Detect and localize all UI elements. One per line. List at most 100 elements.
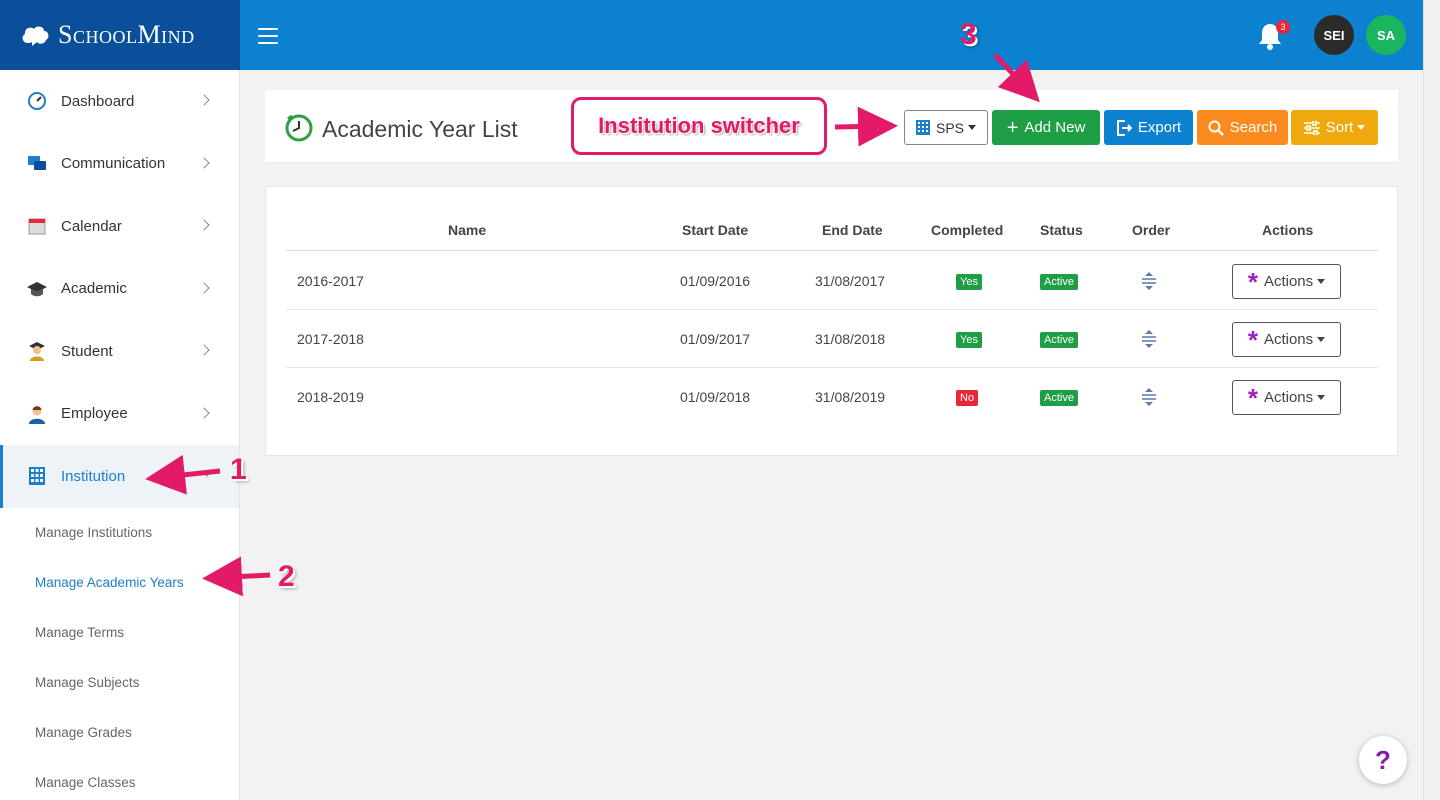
brand-logo-area[interactable]: SchoolMind (0, 0, 240, 70)
chevron-right-icon (198, 406, 210, 419)
actions-label: Actions (1263, 389, 1314, 406)
add-new-label: Add New (1024, 119, 1086, 136)
cell-start-date: 01/09/2016 (680, 273, 751, 289)
cell-end-date: 31/08/2018 (815, 331, 886, 347)
chevron-right-icon (198, 344, 210, 356)
column-header-status[interactable]: Status (1040, 222, 1083, 238)
column-header-start-date[interactable]: Start Date (682, 222, 748, 238)
employee-icon (26, 403, 48, 425)
step-2-label: 2 (278, 560, 295, 593)
hamburger-menu-icon[interactable] (258, 28, 278, 44)
sidebar-item-employee[interactable]: Employee (0, 383, 239, 446)
chevron-down-icon (201, 465, 213, 477)
cell-name: 2017-2018 (297, 331, 364, 347)
column-header-actions: Actions (1262, 222, 1314, 238)
caret-down-icon (1357, 125, 1366, 130)
actions-label: Actions (1263, 273, 1314, 290)
add-new-button[interactable]: + Add New (992, 110, 1100, 145)
sidebar-item-student[interactable]: Student (0, 320, 239, 383)
institution-switcher-dropdown[interactable]: SPS (904, 110, 988, 145)
sidebar-subitem-manage-classes[interactable]: Manage Classes (0, 758, 239, 800)
sidebar-item-academic[interactable]: Academic (0, 258, 239, 321)
sidebar-subitem-manage-subjects[interactable]: Manage Subjects (0, 658, 239, 708)
row-actions-dropdown[interactable]: * Actions (1232, 322, 1341, 357)
sliders-icon (1303, 120, 1320, 135)
sort-dropdown-button[interactable]: Sort (1291, 110, 1378, 145)
drag-reorder-icon[interactable] (1141, 330, 1157, 348)
header-divider (286, 250, 1378, 251)
plus-icon: + (1006, 116, 1019, 139)
sidebar-item-label: Employee (61, 405, 128, 423)
sidebar-subitem-manage-grades[interactable]: Manage Grades (0, 708, 239, 758)
caret-down-icon (1317, 337, 1326, 342)
sidebar-subitem-manage-institutions[interactable]: Manage Institutions (0, 508, 239, 558)
table-row: 2018-2019 01/09/2018 31/08/2019 No Activ… (286, 368, 1378, 426)
student-icon (26, 340, 48, 362)
cell-start-date: 01/09/2018 (680, 389, 751, 405)
sidebar-item-communication[interactable]: Communication (0, 133, 239, 196)
sidebar-item-label: Student (61, 342, 113, 360)
sidebar-item-dashboard[interactable]: Dashboard (0, 70, 239, 133)
sidebar-subitem-manage-terms[interactable]: Manage Terms (0, 608, 239, 658)
caret-down-icon (1317, 279, 1326, 284)
graduation-cap-icon (26, 278, 48, 300)
top-bar: 3 SEI SA (240, 0, 1423, 70)
export-button[interactable]: Export (1104, 110, 1193, 145)
completed-badge: Yes (956, 274, 982, 290)
cell-start-date: 01/09/2017 (680, 331, 751, 347)
institution-switcher-callout: Institution switcher (571, 97, 827, 155)
column-header-end-date[interactable]: End Date (822, 222, 883, 238)
institution-switcher-label: SPS (935, 119, 964, 136)
export-icon (1116, 119, 1132, 136)
sidebar-item-label: Communication (61, 155, 166, 173)
academic-year-table: Name Start Date End Date Completed Statu… (265, 186, 1398, 456)
chevron-right-icon (198, 281, 210, 294)
completed-badge: No (956, 390, 979, 406)
building-icon (915, 120, 930, 135)
sidebar-item-calendar[interactable]: Calendar (0, 195, 239, 258)
caret-down-icon (968, 125, 976, 130)
table-row: 2017-2018 01/09/2017 31/08/2018 Yes Acti… (286, 310, 1378, 368)
user-avatar[interactable]: SA (1366, 15, 1406, 55)
callout-text: Institution switcher (598, 113, 800, 138)
chevron-right-icon (198, 219, 210, 231)
sort-label: Sort (1325, 119, 1354, 136)
column-header-completed[interactable]: Completed (931, 222, 1003, 238)
row-actions-dropdown[interactable]: * Actions (1232, 264, 1341, 299)
page-scrollbar[interactable] (1423, 0, 1440, 800)
search-button[interactable]: Search (1197, 110, 1288, 145)
status-badge: Active (1040, 332, 1078, 348)
caret-down-icon (1317, 395, 1326, 400)
calendar-icon (26, 215, 48, 237)
step-3-label: 3 (960, 18, 977, 51)
status-badge: Active (1040, 274, 1078, 290)
sidebar-subitem-manage-academic-years[interactable]: Manage Academic Years (0, 558, 239, 608)
search-label: Search (1229, 119, 1278, 136)
sidebar-item-label: Academic (61, 280, 127, 298)
help-button[interactable]: ? (1359, 736, 1407, 784)
sidebar-item-label: Calendar (61, 217, 122, 235)
asterisk-icon: * (1247, 324, 1258, 355)
column-header-name[interactable]: Name (448, 222, 486, 238)
building-icon (26, 465, 48, 487)
institution-avatar[interactable]: SEI (1314, 15, 1354, 55)
sidebar-item-institution[interactable]: Institution (0, 445, 239, 508)
asterisk-icon: * (1247, 382, 1258, 413)
export-label: Export (1137, 119, 1182, 136)
table-row: 2016-2017 01/09/2016 31/08/2017 Yes Acti… (286, 252, 1378, 310)
dashboard-gauge-icon (26, 90, 48, 112)
row-actions-dropdown[interactable]: * Actions (1232, 380, 1341, 415)
sidebar: Dashboard Communication Calendar Academi… (0, 70, 240, 800)
notification-count-badge: 3 (1276, 20, 1290, 34)
drag-reorder-icon[interactable] (1141, 388, 1157, 406)
chevron-right-icon (198, 156, 210, 169)
status-badge: Active (1040, 390, 1078, 406)
column-header-order[interactable]: Order (1132, 222, 1170, 238)
brain-cloud-logo-icon (22, 26, 49, 46)
asterisk-icon: * (1247, 266, 1258, 297)
cell-end-date: 31/08/2019 (815, 389, 886, 405)
search-icon (1208, 120, 1224, 136)
sidebar-item-label: Institution (61, 467, 126, 485)
clock-icon (285, 114, 313, 142)
drag-reorder-icon[interactable] (1141, 272, 1157, 290)
